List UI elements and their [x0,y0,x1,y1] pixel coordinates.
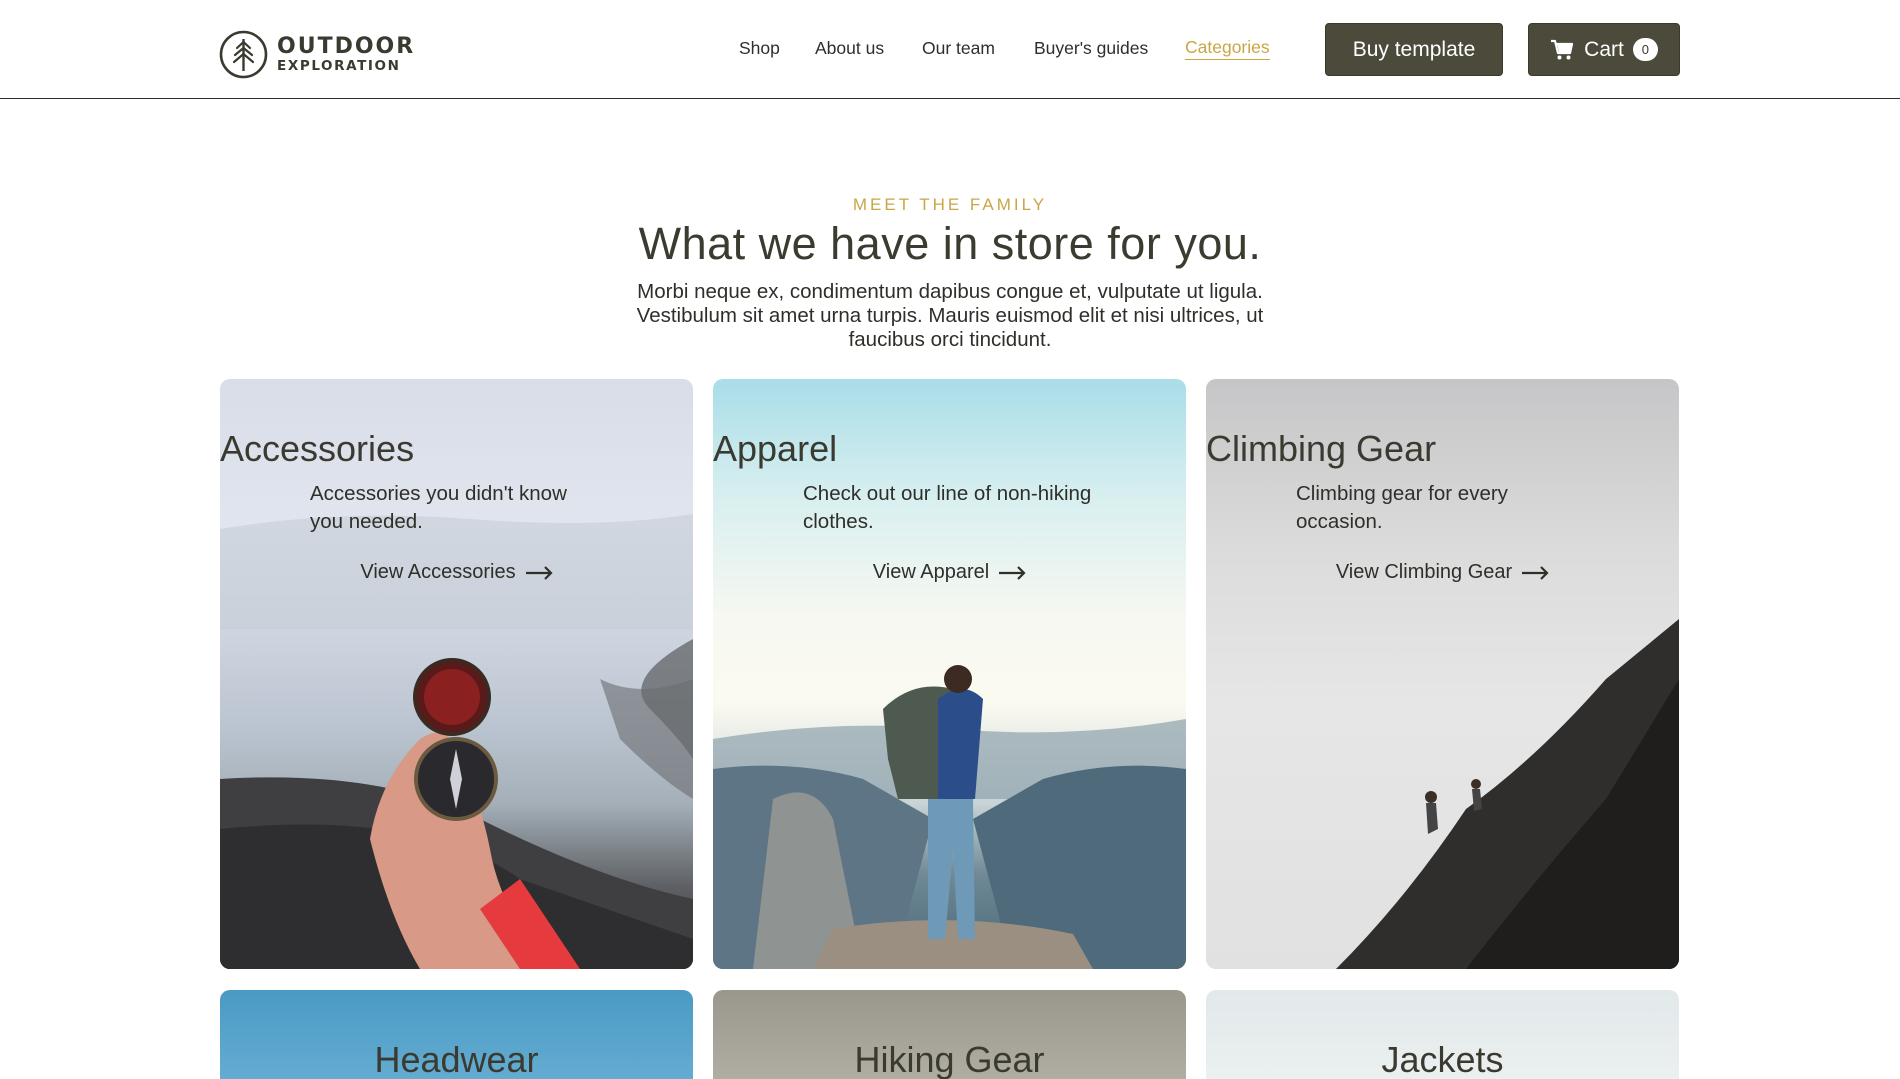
card-title: Accessories [220,428,415,469]
brand-wordmark: OUTDOOR EXPLORATION [277,33,416,74]
card-title: Headwear [374,1039,539,1079]
cart-label: Cart [1584,37,1624,61]
view-apparel-link[interactable]: View Apparel [713,561,1186,584]
cart-icon [1551,39,1574,59]
card-description: Check out our line of non-hiking clothes… [803,482,1092,533]
section-headline: What we have in store for you. [638,218,1262,269]
arrow-right-icon [525,565,553,580]
cart-button[interactable]: Cart 0 [1528,23,1680,76]
nav-shop[interactable]: Shop [739,38,780,59]
category-card-apparel[interactable]: Apparel Check out our line of non-hiking… [713,379,1186,969]
card-title: Jackets [1381,1039,1504,1079]
section-lede: Morbi neque ex, condimentum dapibus cong… [636,280,1264,351]
card-description: Accessories you didn't know you needed. [310,482,567,533]
category-card-hiking-gear[interactable]: Hiking Gear [713,990,1186,1079]
card-link-label: View Accessories [360,561,516,583]
nav-our-team[interactable]: Our team [922,38,995,59]
cart-count-badge: 0 [1632,38,1658,61]
brand-line1: OUTDOOR [277,33,416,59]
section-eyebrow: MEET THE FAMILY [852,195,1048,214]
site-header: OUTDOOR EXPLORATION Shop About us Our te… [0,0,1900,99]
card-title: Apparel [713,428,838,469]
nav-buyers-guides[interactable]: Buyer's guides [1034,38,1148,59]
nav-categories[interactable]: Categories [1185,37,1270,60]
buy-template-label: Buy template [1352,37,1476,61]
category-card-jackets[interactable]: Jackets [1206,990,1679,1079]
card-title: Hiking Gear [854,1039,1045,1079]
brand-logo[interactable]: OUTDOOR EXPLORATION [219,30,415,79]
buy-template-button[interactable]: Buy template [1325,23,1503,76]
category-card-headwear[interactable]: Headwear [220,990,693,1079]
category-card-climbing-gear[interactable]: Climbing Gear Climbing gear for every oc… [1206,379,1679,969]
card-title: Climbing Gear [1206,428,1437,469]
arrow-right-icon [1522,565,1549,580]
view-climbing-gear-link[interactable]: View Climbing Gear [1206,561,1679,584]
arrow-right-icon [999,565,1026,580]
tree-logo-icon [219,30,268,79]
view-accessories-link[interactable]: View Accessories [220,561,693,584]
card-link-label: View Apparel [872,561,990,583]
card-description: Climbing gear for every occasion. [1296,482,1508,533]
brand-line2: EXPLORATION [277,57,401,74]
category-card-accessories[interactable]: Accessories Accessories you didn't know … [220,379,693,969]
nav-about-us[interactable]: About us [815,38,884,59]
card-link-label: View Climbing Gear [1335,561,1513,583]
